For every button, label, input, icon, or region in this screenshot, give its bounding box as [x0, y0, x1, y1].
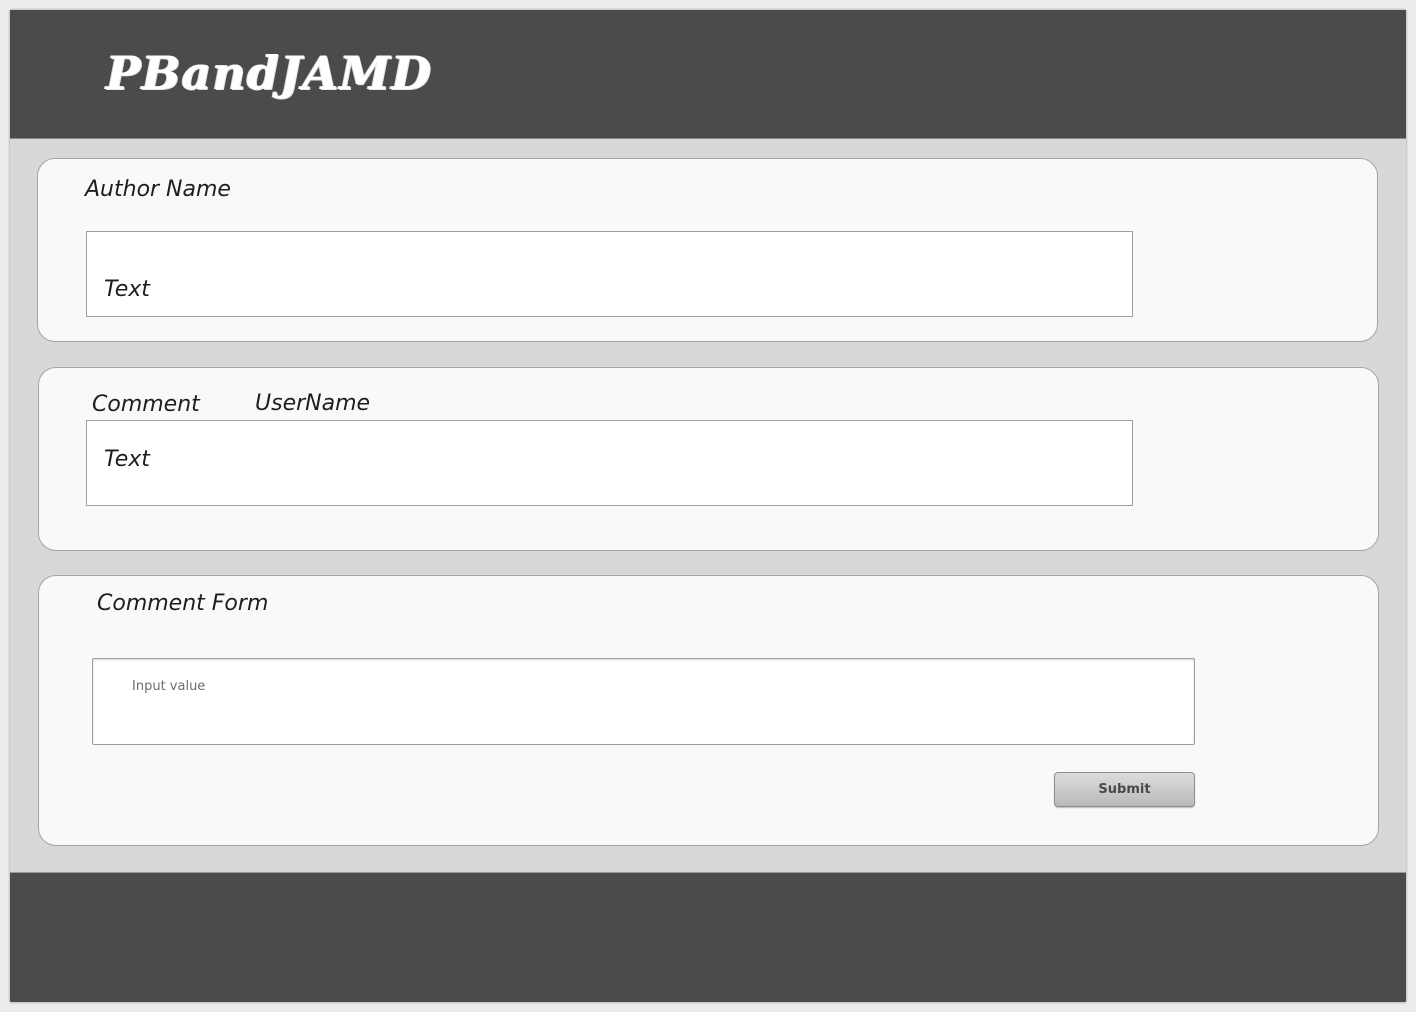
- comment-input[interactable]: Input value: [92, 658, 1195, 745]
- brand-logo[interactable]: PBandJAMD: [106, 46, 432, 100]
- submit-button[interactable]: Submit: [1054, 772, 1195, 807]
- author-name-text-box: Text: [86, 231, 1133, 317]
- comment-input-placeholder: Input value: [132, 679, 206, 694]
- username-label: UserName: [255, 391, 371, 416]
- comment-panel: Comment UserName Text: [38, 367, 1379, 551]
- comment-text-box: Text: [86, 420, 1133, 506]
- author-panel: Author Name Text: [37, 158, 1378, 342]
- comment-form-title: Comment Form: [97, 591, 269, 616]
- author-name-label: Author Name: [85, 177, 231, 202]
- author-name-text: Text: [104, 277, 150, 302]
- app-frame: PBandJAMD Author Name Text Comment UserN…: [10, 10, 1406, 1002]
- footer-bar: [10, 872, 1406, 1002]
- comment-text: Text: [104, 447, 150, 472]
- comment-label: Comment: [92, 392, 200, 417]
- header-bar: PBandJAMD: [10, 10, 1406, 139]
